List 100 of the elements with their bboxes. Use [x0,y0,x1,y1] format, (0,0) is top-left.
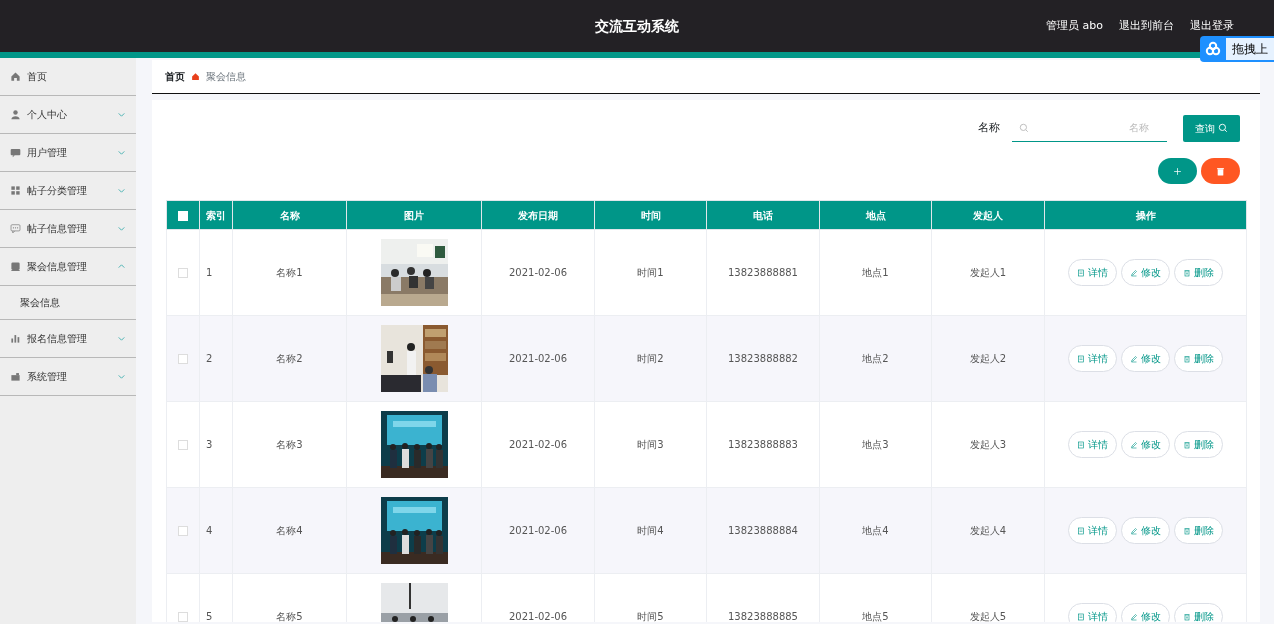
row-delete-button[interactable]: 删除 [1174,517,1223,544]
sidebar-item[interactable]: 报名信息管理 [0,320,136,358]
column-header: 操作 [1135,209,1156,221]
edit-button[interactable]: 修改 [1121,345,1170,372]
pencil-icon [1130,526,1138,535]
breadcrumb-current: 聚会信息 [206,70,246,84]
header-link[interactable]: 退出到前台 [1119,17,1174,35]
sidebar-item[interactable]: 帖子信息管理 [0,210,136,248]
breadcrumb-link[interactable]: 首页 [165,69,185,84]
table-cell: 时间2 [637,353,664,364]
trash-icon [1183,268,1191,277]
pencil-icon [1130,268,1138,277]
detail-button[interactable]: 详情 [1068,345,1117,372]
table-cell: 地点4 [862,525,889,536]
table-cell: 13823888881 [728,267,798,278]
edit-button[interactable]: 修改 [1121,517,1170,544]
row-delete-button[interactable]: 删除 [1174,345,1223,372]
table-cell: 2021-02-06 [508,439,568,450]
table-cell: 时间5 [637,611,664,622]
sidebar-item[interactable]: 个人中心 [0,96,136,134]
row-checkbox[interactable] [178,354,188,364]
document-icon [1077,440,1085,449]
detail-button[interactable]: 详情 [1068,517,1117,544]
column-header: 名称 [279,209,300,221]
chat-icon [10,147,21,158]
table-cell: 地点2 [862,353,889,364]
sidebar-subitem[interactable]: 聚会信息 [0,286,136,320]
trash-icon [1183,526,1191,535]
column-header: 图片 [404,209,424,221]
grid-icon [10,185,21,196]
briefcase-icon [10,371,21,382]
trash-icon [1183,354,1191,363]
sidebar-item[interactable]: 聚会信息管理 [0,248,136,286]
table-cell: 名称1 [276,267,303,278]
table-cell: 发起人4 [969,525,1007,536]
pencil-icon [1130,612,1138,621]
edit-button[interactable]: 修改 [1121,431,1170,458]
select-all-checkbox[interactable] [178,210,188,221]
message-icon [10,223,21,234]
table-cell: 地点3 [862,439,889,450]
sidebar-item[interactable]: 首页 [0,58,136,96]
table-cell: 名称5 [276,611,303,622]
trash-icon [1216,166,1225,176]
row-delete-button[interactable]: 删除 [1174,603,1223,622]
table-cell: 发起人5 [969,611,1007,622]
column-header: 索引 [206,209,226,221]
edit-button[interactable]: 修改 [1121,603,1170,622]
table-cell: 地点1 [862,267,889,278]
upload-widget[interactable]: 拖拽上 [1200,36,1274,62]
user-icon [10,109,21,120]
trash-icon [1183,612,1191,621]
table-cell: 13823888882 [728,353,798,364]
sidebar-item[interactable]: 用户管理 [0,134,136,172]
sidebar-item[interactable]: 帖子分类管理 [0,172,136,210]
row-checkbox[interactable] [178,268,188,278]
cloud-icon [1204,41,1222,57]
row-checkbox[interactable] [178,440,188,450]
plus-icon [1173,166,1182,176]
detail-button[interactable]: 详情 [1068,603,1117,622]
add-button[interactable] [1158,158,1197,184]
column-header: 发起人 [973,209,1003,221]
pencil-icon [1130,440,1138,449]
detail-button[interactable]: 详情 [1068,431,1117,458]
bar-chart-icon [10,333,21,344]
column-header: 电话 [753,209,773,221]
row-checkbox[interactable] [178,526,188,536]
table-cell: 5 [206,611,213,622]
table-cell: 2021-02-06 [508,267,568,278]
column-header: 地点 [865,209,886,221]
table-cell: 地点5 [862,611,889,622]
row-checkbox[interactable] [178,612,188,622]
search-label: 名称 [978,119,1000,136]
edit-button[interactable]: 修改 [1121,259,1170,286]
pencil-icon [1130,354,1138,363]
table-cell: 发起人1 [969,267,1007,278]
table-cell: 名称4 [276,525,303,536]
home-icon [10,71,21,82]
user-name: 管理员 abo [1046,17,1103,34]
table-cell: 2021-02-06 [508,611,568,622]
table-cell: 名称2 [276,353,303,364]
document-icon [1077,612,1085,621]
table-cell: 2 [206,353,213,364]
table-cell: 13823888885 [728,611,798,622]
detail-button[interactable]: 详情 [1068,259,1117,286]
row-delete-button[interactable]: 删除 [1174,431,1223,458]
table-cell: 时间1 [637,267,664,278]
table-cell: 1 [206,267,213,278]
search-button[interactable]: 查询 [1183,114,1240,142]
header-link[interactable]: 退出登录 [1190,17,1234,35]
card-icon [10,261,21,272]
table-cell: 13823888884 [728,525,798,536]
table-cell: 时间3 [637,439,664,450]
row-delete-button[interactable]: 删除 [1174,259,1223,286]
search-icon [1019,123,1029,133]
app-title: 交流互动系统 [595,16,679,36]
table-cell: 名称3 [276,439,303,450]
table-cell: 发起人2 [969,353,1007,364]
delete-button[interactable] [1201,158,1240,184]
sidebar-item[interactable]: 系统管理 [0,358,136,396]
document-icon [1077,526,1085,535]
